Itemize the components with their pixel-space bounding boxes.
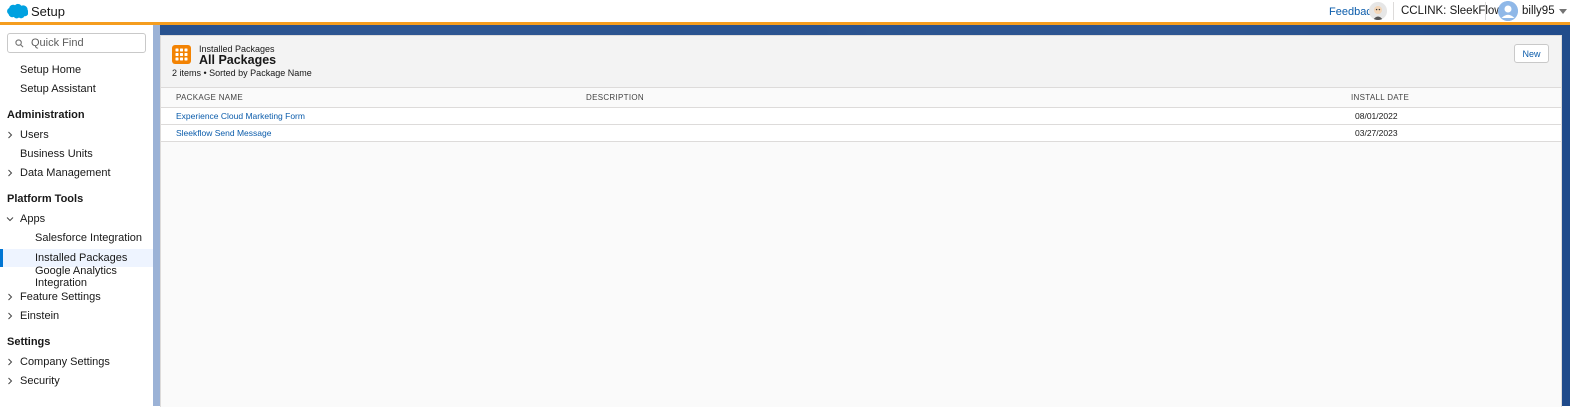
quick-find-input[interactable] xyxy=(29,36,143,50)
chevron-right-icon xyxy=(8,377,13,385)
chevron-right-icon xyxy=(8,293,13,301)
table-row: Sleekflow Send Message 03/27/2023 xyxy=(161,125,1561,142)
chevron-right-icon xyxy=(8,169,13,177)
user-menu[interactable]: billy95 xyxy=(1498,1,1567,21)
user-avatar-icon xyxy=(1498,1,1518,21)
sidebar-item-company-settings[interactable]: Company Settings xyxy=(0,353,153,371)
package-name-link[interactable]: Sleekflow Send Message xyxy=(176,128,271,138)
sidebar-resize-handle[interactable] xyxy=(153,25,160,406)
user-name: billy95 xyxy=(1522,5,1555,17)
table-header: PACKAGE NAME DESCRIPTION INSTALL DATE xyxy=(161,88,1561,108)
section-settings: Settings xyxy=(7,336,51,348)
sidebar-item-feature-settings[interactable]: Feature Settings xyxy=(0,288,153,306)
sidebar-item-einstein[interactable]: Einstein xyxy=(0,307,153,325)
table-row: Experience Cloud Marketing Form 08/01/20… xyxy=(161,108,1561,125)
chevron-down-icon xyxy=(1558,8,1567,14)
quick-find xyxy=(7,33,146,53)
section-platform-tools: Platform Tools xyxy=(7,193,84,205)
org-label: CCLINK: SleekFlow xyxy=(1401,5,1503,17)
sidebar-item-salesforce-integration[interactable]: Salesforce Integration xyxy=(0,229,153,247)
list-view-card: Installed Packages All Packages 2 items … xyxy=(160,35,1562,407)
list-summary: 2 items • Sorted by Package Name xyxy=(172,68,312,78)
column-header-description[interactable]: DESCRIPTION xyxy=(586,93,644,102)
header-divider xyxy=(1393,2,1394,20)
section-administration: Administration xyxy=(7,109,85,121)
list-view-header: Installed Packages All Packages 2 items … xyxy=(161,36,1561,88)
page-title: All Packages xyxy=(199,53,277,67)
chevron-right-icon xyxy=(8,131,13,139)
sidebar-item-data-management[interactable]: Data Management xyxy=(0,164,153,182)
chevron-down-icon xyxy=(6,217,14,222)
salesforce-cloud-icon[interactable] xyxy=(6,3,28,19)
package-install-date: 08/01/2022 xyxy=(1355,111,1398,121)
sidebar-item-security[interactable]: Security xyxy=(0,372,153,390)
sidebar-item-apps[interactable]: Apps xyxy=(0,210,153,228)
sidebar-item-users[interactable]: Users xyxy=(0,126,153,144)
sidebar-item-setup-home[interactable]: Setup Home xyxy=(0,61,153,79)
search-icon xyxy=(15,38,24,47)
column-header-package-name[interactable]: PACKAGE NAME xyxy=(176,93,243,102)
new-button[interactable]: New xyxy=(1514,44,1549,63)
chevron-right-icon xyxy=(8,312,13,320)
header-divider xyxy=(1485,2,1486,20)
installed-packages-icon xyxy=(172,45,191,64)
astro-help-icon[interactable] xyxy=(1369,2,1387,20)
package-install-date: 03/27/2023 xyxy=(1355,128,1398,138)
packages-table: PACKAGE NAME DESCRIPTION INSTALL DATE Ex… xyxy=(161,88,1561,142)
package-name-link[interactable]: Experience Cloud Marketing Form xyxy=(176,111,305,121)
chevron-right-icon xyxy=(8,358,13,366)
app-name[interactable]: Setup xyxy=(31,4,65,19)
sidebar-item-setup-assistant[interactable]: Setup Assistant xyxy=(0,80,153,98)
sidebar-item-business-units[interactable]: Business Units xyxy=(0,145,153,163)
sidebar-item-google-analytics-integration[interactable]: Google Analytics Integration xyxy=(0,265,153,289)
column-header-install-date[interactable]: INSTALL DATE xyxy=(1351,93,1409,102)
setup-sidebar: Setup Home Setup Assistant Administratio… xyxy=(0,25,153,406)
global-header: Setup Feedback CCLINK: SleekFlow billy95 xyxy=(0,0,1570,22)
